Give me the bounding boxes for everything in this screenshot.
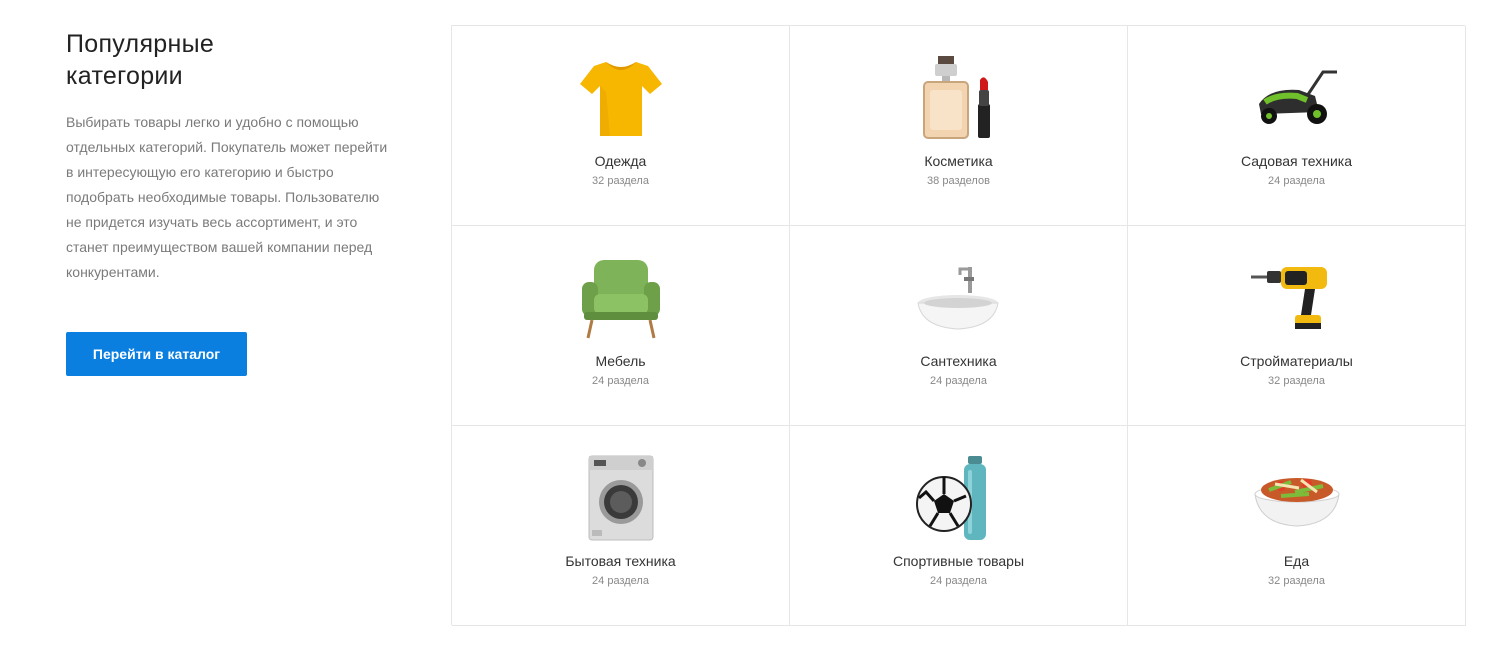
category-card-food[interactable]: Еда 32 раздела xyxy=(1128,426,1466,626)
category-count: 38 разделов xyxy=(927,175,990,187)
category-name: Косметика xyxy=(924,153,993,169)
armchair-icon xyxy=(566,254,676,342)
tshirt-icon xyxy=(566,54,676,142)
category-card-appliances[interactable]: Бытовая техника 24 раздела xyxy=(452,426,790,626)
category-count: 32 раздела xyxy=(1268,375,1325,387)
category-count: 32 раздела xyxy=(592,175,649,187)
category-card-furniture[interactable]: Мебель 24 раздела xyxy=(452,226,790,426)
category-card-garden[interactable]: Садовая техника 24 раздела xyxy=(1128,26,1466,226)
category-grid: Одежда 32 раздела Косметика 38 разделов xyxy=(451,25,1466,626)
washing-machine-icon xyxy=(566,454,676,542)
category-card-building[interactable]: Стройматериалы 32 раздела xyxy=(1128,226,1466,426)
category-count: 24 раздела xyxy=(930,375,987,387)
category-name: Спортивные товары xyxy=(892,553,1025,569)
drill-icon xyxy=(1242,254,1352,342)
lawn-mower-icon xyxy=(1242,54,1352,142)
section-title: Популярные категории xyxy=(66,30,215,90)
ball-bottle-icon xyxy=(904,454,1014,542)
category-name: Садовая техника xyxy=(1240,153,1353,169)
category-count: 24 раздела xyxy=(592,375,649,387)
category-count: 24 раздела xyxy=(592,575,649,587)
category-card-clothing[interactable]: Одежда 32 раздела xyxy=(452,26,790,226)
catalog-button[interactable]: Перейти в каталог xyxy=(66,332,247,376)
category-name: Еда xyxy=(1283,553,1310,569)
category-card-plumbing[interactable]: Сантехника 24 раздела xyxy=(790,226,1128,426)
category-card-sports[interactable]: Спортивные товары 24 раздела xyxy=(790,426,1128,626)
salad-bowl-icon xyxy=(1242,454,1352,542)
section-description: Выбирать товары легко и удобно с помощью… xyxy=(66,114,388,280)
perfume-lipstick-icon xyxy=(904,54,1014,142)
category-name: Сантехника xyxy=(920,353,997,369)
category-name: Стройматериалы xyxy=(1240,353,1353,369)
category-name: Мебель xyxy=(595,353,646,369)
category-name: Бытовая техника xyxy=(565,553,676,569)
category-count: 24 раздела xyxy=(930,575,987,587)
sink-icon xyxy=(904,254,1014,342)
category-card-cosmetics[interactable]: Косметика 38 разделов xyxy=(790,26,1128,226)
intro-section: Популярные категории Выбирать товары лег… xyxy=(66,28,396,285)
category-name: Одежда xyxy=(594,153,647,169)
category-count: 24 раздела xyxy=(1268,175,1325,187)
category-count: 32 раздела xyxy=(1268,575,1325,587)
